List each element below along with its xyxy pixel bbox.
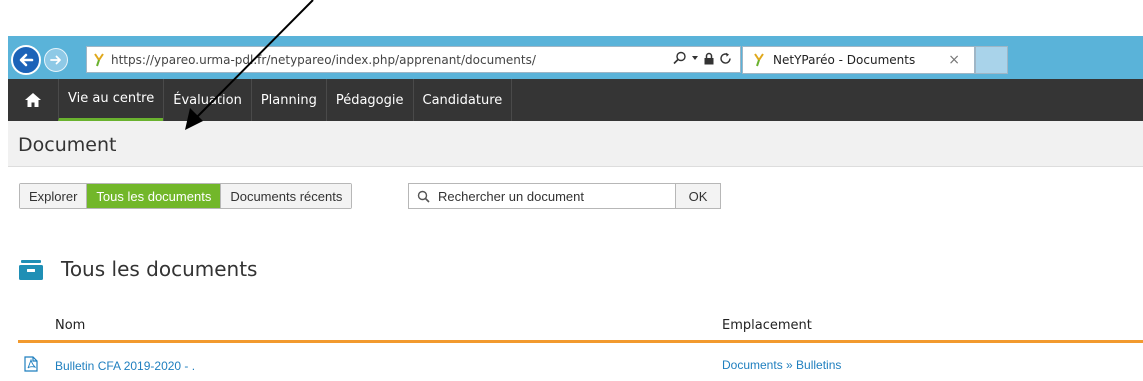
nav-filler [512, 79, 1143, 121]
new-tab-button[interactable] [975, 46, 1008, 74]
tab-logo-icon [754, 53, 764, 67]
url-text: https://ypareo.urma-pdl.fr/netypareo/ind… [111, 52, 536, 67]
inbox-tray-icon [19, 260, 43, 280]
search-box [408, 183, 676, 209]
back-arrow-icon [19, 53, 34, 67]
nav-pedagogie[interactable]: Pédagogie [325, 79, 413, 121]
pdf-file-icon [24, 356, 38, 372]
forward-button[interactable] [44, 48, 68, 72]
column-header-emplacement[interactable]: Emplacement [722, 318, 812, 333]
search-icon[interactable] [673, 51, 687, 65]
column-header-nom[interactable]: Nom [55, 318, 85, 333]
refresh-icon[interactable] [719, 52, 732, 65]
document-link[interactable]: Bulletin CFA 2019-2020 - . [55, 359, 195, 373]
nav-planning[interactable]: Planning [250, 79, 326, 121]
back-button[interactable] [11, 45, 41, 75]
top-margin [0, 0, 1143, 36]
forward-arrow-icon [50, 55, 61, 65]
dropdown-icon[interactable] [691, 54, 699, 62]
nav-candidature[interactable]: Candidature [412, 79, 513, 121]
lock-icon[interactable] [703, 52, 715, 65]
search-icon [417, 190, 430, 203]
browser-tab[interactable]: NetYParéo - Documents × [742, 46, 975, 74]
site-logo-icon [94, 52, 104, 66]
search-input[interactable] [438, 188, 658, 204]
nav-evaluation[interactable]: Évaluation [163, 79, 251, 121]
tab-documents-recents[interactable]: Documents récents [220, 184, 352, 208]
close-icon[interactable]: × [948, 52, 960, 68]
search-ok-button[interactable]: OK [676, 183, 721, 209]
title-band [8, 121, 1143, 167]
location-link[interactable]: Documents » Bulletins [722, 358, 841, 372]
address-bar[interactable]: https://ypareo.urma-pdl.fr/netypareo/ind… [86, 46, 741, 73]
main-nav: Vie au centre Évaluation Planning Pédago… [8, 79, 1143, 121]
tab-tous-les-documents[interactable]: Tous les documents [86, 184, 221, 208]
header-divider [18, 340, 1143, 343]
home-icon [25, 93, 41, 107]
page-title: Document [18, 134, 117, 156]
view-switcher: Explorer Tous les documents Documents ré… [19, 183, 353, 209]
tab-title: NetYParéo - Documents [773, 53, 916, 67]
nav-vie-au-centre[interactable]: Vie au centre [58, 79, 164, 121]
tab-explorer[interactable]: Explorer [20, 184, 87, 208]
home-button[interactable] [8, 79, 58, 121]
section-title: Tous les documents [61, 257, 258, 281]
